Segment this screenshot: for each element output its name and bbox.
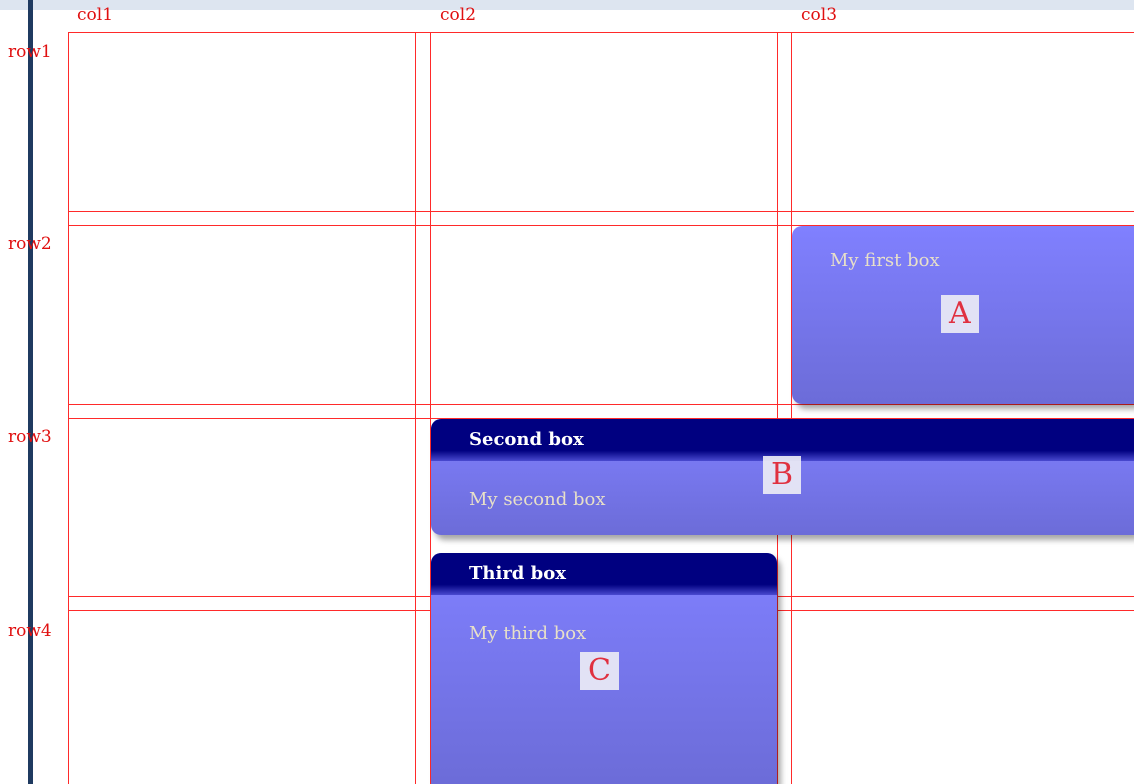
row-label-1: row1 xyxy=(8,42,52,62)
row-label-3: row3 xyxy=(8,427,52,447)
top-bar xyxy=(0,0,1134,10)
third-box-title: Third box xyxy=(431,553,777,595)
third-box-text: My third box xyxy=(469,623,587,644)
grid-line xyxy=(68,32,1134,33)
column-label-1: col1 xyxy=(77,5,114,25)
row-label-2: row2 xyxy=(8,234,52,254)
grid-line xyxy=(68,32,69,784)
grid-line xyxy=(777,32,778,784)
third-box-tag: C xyxy=(580,652,619,690)
first-box-tag: A xyxy=(941,295,979,333)
left-margin-bar xyxy=(28,0,33,784)
second-box-tag: B xyxy=(763,456,802,494)
grid-line xyxy=(791,32,792,784)
row-label-4: row4 xyxy=(8,621,52,641)
grid-line xyxy=(68,211,1134,212)
column-label-3: col3 xyxy=(801,5,838,25)
second-box-title: Second box xyxy=(431,419,1134,461)
column-label-2: col2 xyxy=(440,5,477,25)
grid-line xyxy=(415,32,416,784)
grid-line xyxy=(68,404,1134,405)
first-box-text: My first box xyxy=(830,250,940,271)
